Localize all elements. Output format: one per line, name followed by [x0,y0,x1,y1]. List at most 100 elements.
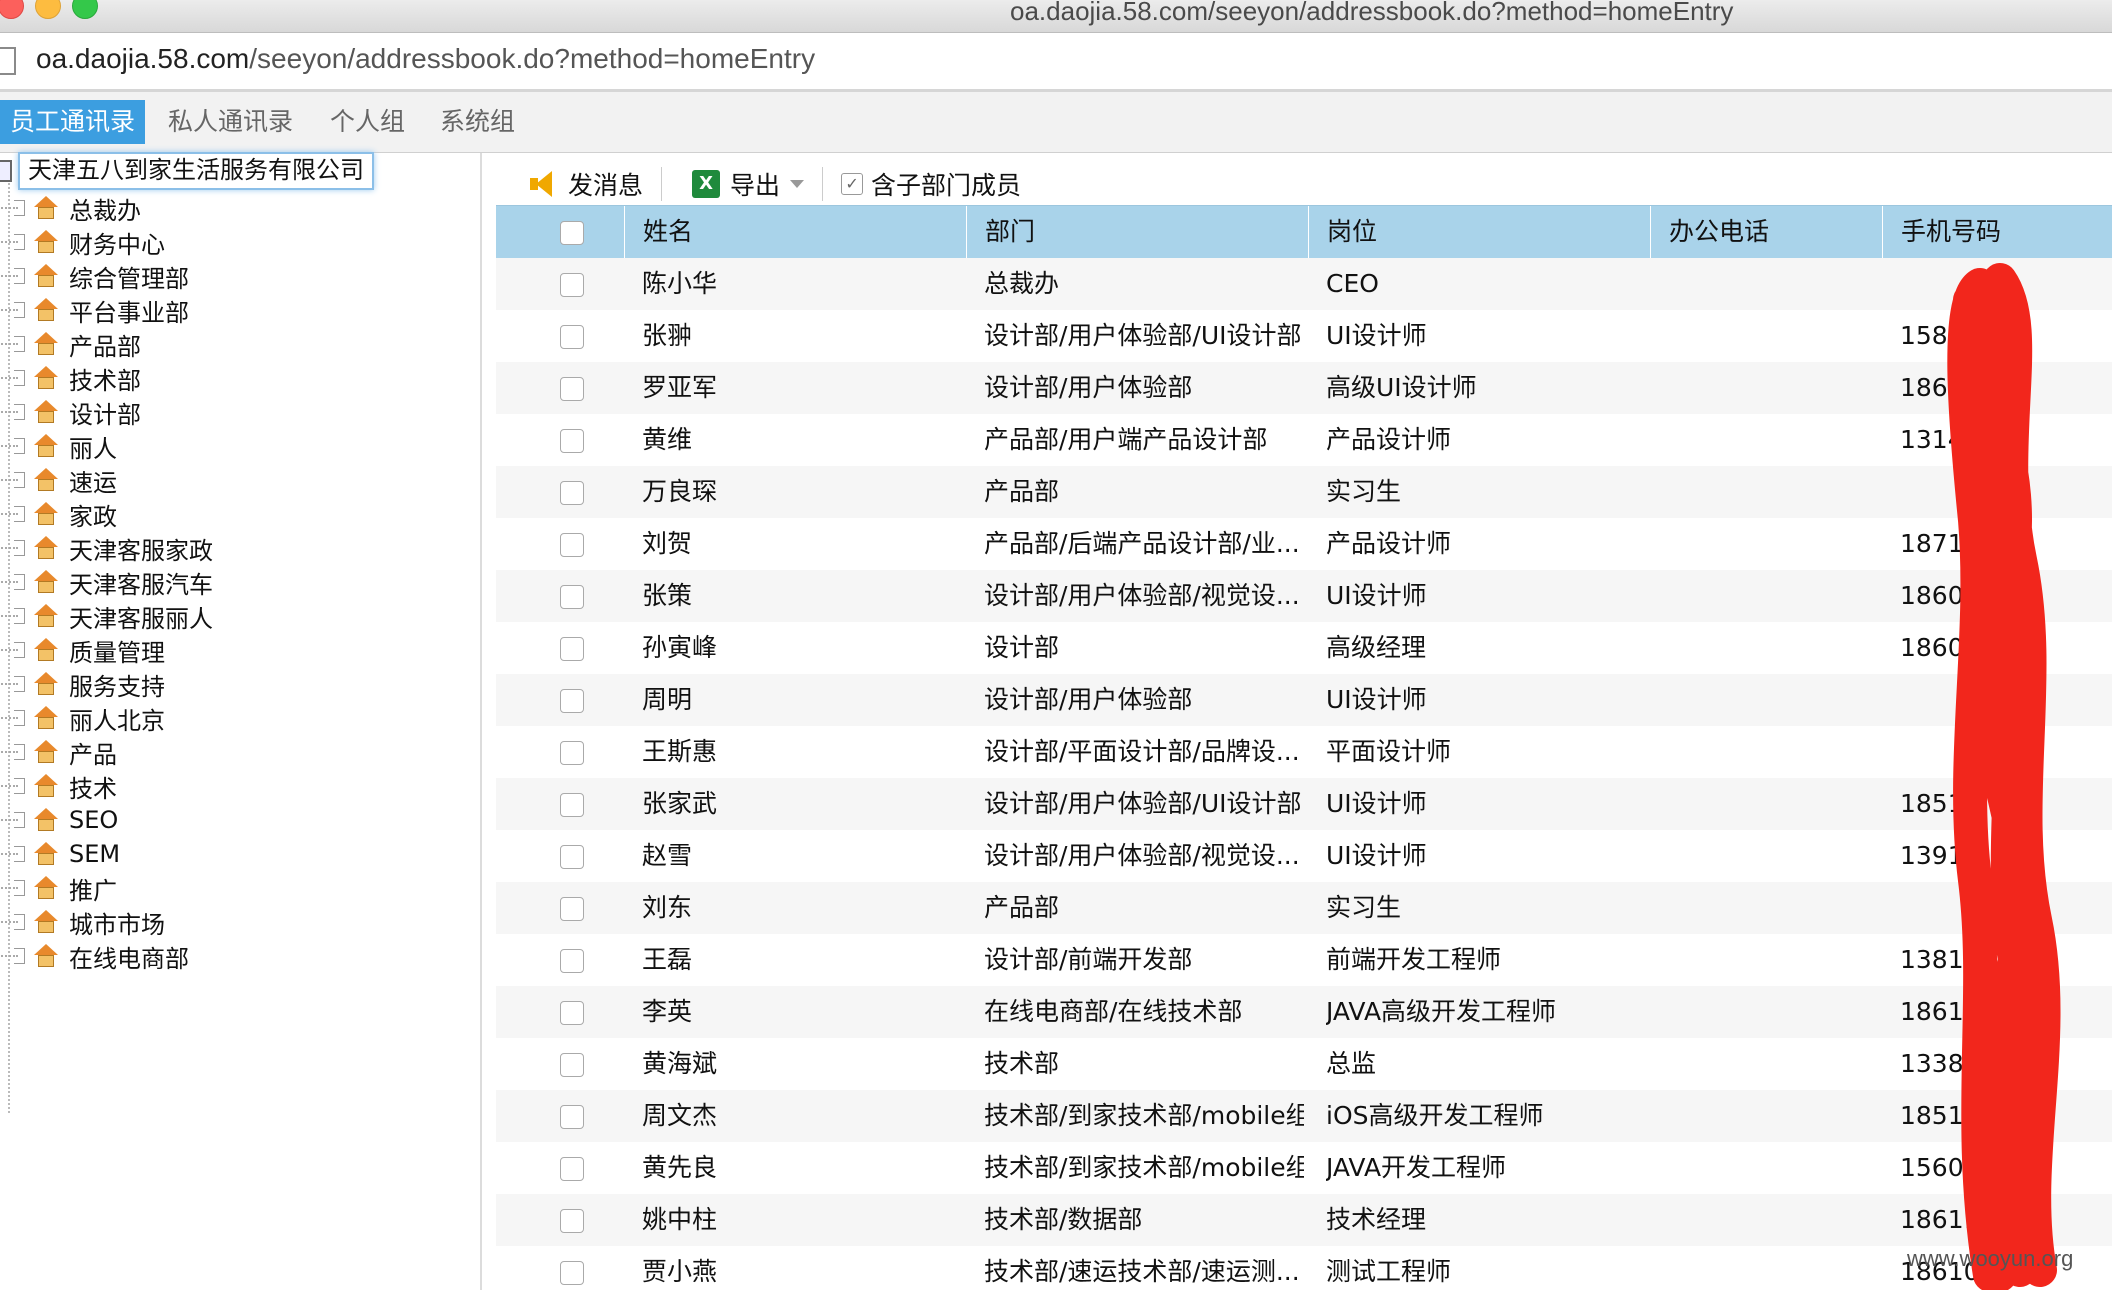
export-button[interactable]: X 导出 [680,162,816,206]
row-checkbox[interactable] [560,377,584,401]
address-bar[interactable]: oa.daojia.58.com/seeyon/addressbook.do?m… [0,33,2112,92]
header-name[interactable]: 姓名 [624,206,966,258]
row-checkbox[interactable] [560,481,584,505]
table-row[interactable]: 张家武 设计部/用户体验部/UI设计部 UI设计师 1851 [496,778,2112,830]
tree-root[interactable]: 天津五八到家生活服务有限公司 [0,152,374,190]
expand-toggle-icon[interactable] [14,404,25,420]
tree-item[interactable]: 天津客服家政 [0,531,213,565]
table-row[interactable]: 王斯惠 设计部/平面设计部/品牌设... 平面设计师 [496,726,2112,778]
url-text[interactable]: oa.daojia.58.com/seeyon/addressbook.do?m… [36,43,815,75]
expand-toggle-icon[interactable] [14,336,25,352]
expand-toggle-icon[interactable] [14,200,25,216]
table-row[interactable]: 赵雪 设计部/用户体验部/视觉设... UI设计师 1391 [496,830,2112,882]
expand-toggle-icon[interactable] [14,642,25,658]
tree-item[interactable]: 综合管理部 [0,259,189,293]
tree-item[interactable]: SEM [0,837,120,871]
close-window-button[interactable] [0,0,24,19]
table-row[interactable]: 孙寅峰 设计部 高级经理 18601 [496,622,2112,674]
include-sub-dept-toggle[interactable]: ✓ 含子部门成员 [829,162,1033,206]
zoom-window-button[interactable] [72,0,98,19]
expand-toggle-icon[interactable] [14,234,25,250]
expand-toggle-icon[interactable] [14,812,25,828]
table-row[interactable]: 张翀 设计部/用户体验部/UI设计部 UI设计师 1581 [496,310,2112,362]
table-row[interactable]: 黄海斌 技术部 总监 13381 [496,1038,2112,1090]
tree-item[interactable]: SEO [0,803,118,837]
header-mobile[interactable]: 手机号码 [1882,206,2112,258]
tree-item[interactable]: 设计部 [0,395,141,429]
tree-item[interactable]: 服务支持 [0,667,165,701]
table-row[interactable]: 罗亚军 设计部/用户体验部 高级UI设计师 1861 [496,362,2112,414]
row-checkbox[interactable] [560,741,584,765]
expand-toggle-icon[interactable] [14,778,25,794]
table-row[interactable]: 黄先良 技术部/到家技术部/mobile组 JAVA开发工程师 15600 [496,1142,2112,1194]
header-position[interactable]: 岗位 [1308,206,1650,258]
row-checkbox[interactable] [560,1209,584,1233]
expand-toggle-icon[interactable] [14,438,25,454]
row-checkbox[interactable] [560,793,584,817]
row-checkbox[interactable] [560,1157,584,1181]
expand-toggle-icon[interactable] [14,846,25,862]
row-checkbox[interactable] [560,689,584,713]
table-row[interactable]: 周明 设计部/用户体验部 UI设计师 [496,674,2112,726]
tree-item[interactable]: 天津客服丽人 [0,599,213,633]
row-checkbox[interactable] [560,1001,584,1025]
tree-item[interactable]: 质量管理 [0,633,165,667]
expand-toggle-icon[interactable] [14,676,25,692]
tab-personal-group[interactable]: 个人组 [320,100,415,144]
tab-employee-directory[interactable]: 员工通讯录 [0,100,146,144]
expand-toggle-icon[interactable] [14,608,25,624]
tree-item[interactable]: 总裁办 [0,191,141,225]
expand-toggle-icon[interactable] [14,574,25,590]
expand-toggle-icon[interactable] [14,540,25,556]
table-row[interactable]: 姚中柱 技术部/数据部 技术经理 18611 [496,1194,2112,1246]
expand-toggle-icon[interactable] [14,370,25,386]
tree-item[interactable]: 产品 [0,735,117,769]
tree-item[interactable]: 财务中心 [0,225,165,259]
expand-toggle-icon[interactable] [14,302,25,318]
include-sub-dept-checkbox[interactable]: ✓ [841,173,864,195]
row-checkbox[interactable] [560,1053,584,1077]
tree-item[interactable]: 技术部 [0,361,141,395]
expand-toggle-icon[interactable] [14,948,25,964]
table-row[interactable]: 万良琛 产品部 实习生 [496,466,2112,518]
tab-private-directory[interactable]: 私人通讯录 [158,100,303,144]
tree-item[interactable]: 平台事业部 [0,293,189,327]
row-checkbox[interactable] [560,897,584,921]
table-row[interactable]: 周文杰 技术部/到家技术部/mobile组 iOS高级开发工程师 18511 [496,1090,2112,1142]
tree-item[interactable]: 技术 [0,769,117,803]
table-row[interactable]: 张策 设计部/用户体验部/视觉设... UI设计师 18600 [496,570,2112,622]
tree-root-label[interactable]: 天津五八到家生活服务有限公司 [18,152,374,190]
chevron-down-icon[interactable] [790,180,805,188]
tree-item[interactable]: 丽人北京 [0,701,165,735]
table-row[interactable]: 陈小华 总裁办 CEO [496,258,2112,310]
expand-toggle-icon[interactable] [14,710,25,726]
row-checkbox[interactable] [560,845,584,869]
expand-toggle-icon[interactable] [14,744,25,760]
table-row[interactable]: 刘东 产品部 实习生 [496,882,2112,934]
row-checkbox[interactable] [560,585,584,609]
row-checkbox[interactable] [560,273,584,297]
table-row[interactable]: 黄维 产品部/用户端产品设计部 产品设计师 1314 [496,414,2112,466]
tree-item[interactable]: 家政 [0,497,117,531]
minimize-window-button[interactable] [35,0,61,19]
row-checkbox[interactable] [560,1261,584,1285]
row-checkbox[interactable] [560,637,584,661]
expand-toggle-icon[interactable] [14,506,25,522]
select-all-checkbox[interactable] [560,221,584,245]
tree-item[interactable]: 在线电商部 [0,939,189,973]
table-row[interactable]: 贾小燕 技术部/速运技术部/速运测... 测试工程师 18610 [496,1246,2112,1298]
table-row[interactable]: 李英 在线电商部/在线技术部 JAVA高级开发工程师 18612 [496,986,2112,1038]
tree-item[interactable]: 丽人 [0,429,117,463]
tree-item[interactable]: 推广 [0,871,117,905]
row-checkbox[interactable] [560,1105,584,1129]
expand-toggle-icon[interactable] [14,268,25,284]
tree-item[interactable]: 产品部 [0,327,141,361]
row-checkbox[interactable] [560,949,584,973]
tree-item[interactable]: 速运 [0,463,117,497]
expand-toggle-icon[interactable] [14,880,25,896]
row-checkbox[interactable] [560,429,584,453]
row-checkbox[interactable] [560,533,584,557]
tree-item[interactable]: 城市市场 [0,905,165,939]
table-row[interactable]: 刘贺 产品部/后端产品设计部/业... 产品设计师 18710 [496,518,2112,570]
expand-toggle-icon[interactable] [14,472,25,488]
